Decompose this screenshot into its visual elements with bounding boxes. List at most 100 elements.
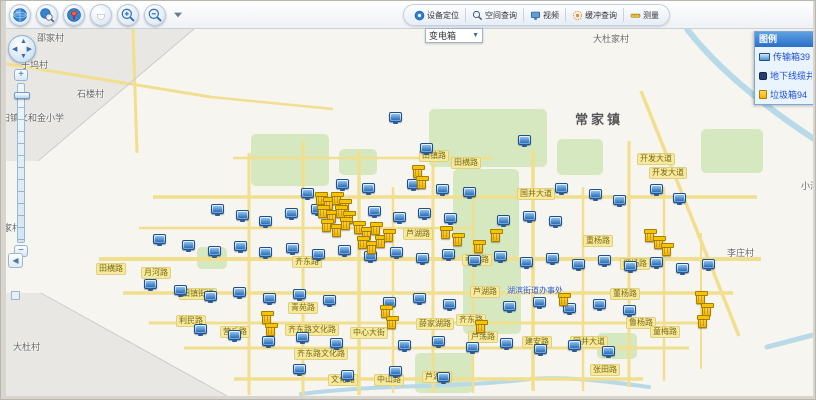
tool-locate-button[interactable] <box>63 4 85 26</box>
map-canvas[interactable]: 邵家村于坞村石楼村田镇义和金小学家村大杜家村李庄村大杜村小清常家镇湖滨街道办事处… <box>1 1 815 399</box>
tool-more-button[interactable] <box>171 8 185 22</box>
trash-bin-marker[interactable] <box>698 317 707 328</box>
query-button-search[interactable]: 空间查询 <box>469 8 520 23</box>
monitor-marker[interactable] <box>323 295 336 305</box>
monitor-marker[interactable] <box>518 135 531 145</box>
monitor-marker[interactable] <box>416 253 429 263</box>
monitor-marker[interactable] <box>236 210 249 220</box>
monitor-marker[interactable] <box>293 289 306 299</box>
monitor-marker[interactable] <box>534 344 547 354</box>
monitor-marker[interactable] <box>312 249 325 259</box>
monitor-marker[interactable] <box>432 336 445 346</box>
monitor-marker[interactable] <box>549 216 562 226</box>
monitor-marker[interactable] <box>442 249 455 259</box>
monitor-marker[interactable] <box>413 293 426 303</box>
tool-zoom-in-button[interactable] <box>117 4 139 26</box>
monitor-marker[interactable] <box>144 279 157 289</box>
query-button-buffer[interactable]: 缓冲查询 <box>569 8 620 23</box>
monitor-marker[interactable] <box>330 338 343 348</box>
trash-bin-marker[interactable] <box>441 228 450 239</box>
monitor-marker[interactable] <box>285 208 298 218</box>
legend-item-monitor[interactable]: 传输箱39 <box>755 47 814 66</box>
trash-bin-marker[interactable] <box>341 219 350 230</box>
monitor-marker[interactable] <box>336 179 349 189</box>
monitor-marker[interactable] <box>593 299 606 309</box>
monitor-marker[interactable] <box>546 253 559 263</box>
device-type-dropdown[interactable]: 变电箱 ▼ <box>425 28 483 43</box>
monitor-marker[interactable] <box>555 183 568 193</box>
monitor-marker[interactable] <box>444 213 457 223</box>
trash-bin-marker[interactable] <box>474 242 483 253</box>
monitor-marker[interactable] <box>208 246 221 256</box>
monitor-marker[interactable] <box>673 193 686 203</box>
monitor-marker[interactable] <box>568 340 581 350</box>
monitor-marker[interactable] <box>174 285 187 295</box>
monitor-marker[interactable] <box>293 364 306 374</box>
monitor-marker[interactable] <box>468 255 481 265</box>
query-button-measure[interactable]: 测量 <box>627 8 662 23</box>
trash-bin-marker[interactable] <box>266 325 275 336</box>
trash-bin-marker[interactable] <box>332 226 341 237</box>
query-button-video[interactable]: 视频 <box>527 8 562 23</box>
monitor-marker[interactable] <box>259 247 272 257</box>
monitor-marker[interactable] <box>572 259 585 269</box>
monitor-marker[interactable] <box>650 184 663 194</box>
monitor-marker[interactable] <box>153 234 166 244</box>
previous-extent-button[interactable]: ◀ <box>8 253 23 268</box>
zoom-in-button[interactable]: + <box>14 69 28 81</box>
monitor-marker[interactable] <box>301 188 314 198</box>
monitor-marker[interactable] <box>589 189 602 199</box>
tool-zoom-out-button[interactable] <box>144 4 166 26</box>
monitor-marker[interactable] <box>436 184 449 194</box>
trash-bin-marker[interactable] <box>322 221 331 232</box>
monitor-marker[interactable] <box>204 291 217 301</box>
overview-toggle-button[interactable] <box>11 291 20 300</box>
monitor-marker[interactable] <box>523 211 536 221</box>
monitor-marker[interactable] <box>598 255 611 265</box>
monitor-marker[interactable] <box>466 342 479 352</box>
tool-full-extent-button[interactable] <box>9 4 31 26</box>
monitor-marker[interactable] <box>234 241 247 251</box>
trash-bin-marker[interactable] <box>371 224 380 235</box>
trash-bin-marker[interactable] <box>367 243 376 254</box>
trash-bin-marker[interactable] <box>662 245 671 256</box>
monitor-marker[interactable] <box>390 247 403 257</box>
trash-bin-marker[interactable] <box>417 178 426 189</box>
monitor-marker[interactable] <box>533 297 546 307</box>
monitor-marker[interactable] <box>389 112 402 122</box>
legend-item-bin[interactable]: 垃圾箱94 <box>755 85 814 104</box>
monitor-marker[interactable] <box>420 143 433 153</box>
tool-pan-button[interactable] <box>90 4 112 26</box>
trash-bin-marker[interactable] <box>476 322 485 333</box>
monitor-marker[interactable] <box>503 301 516 311</box>
monitor-marker[interactable] <box>338 245 351 255</box>
trash-bin-marker[interactable] <box>384 231 393 242</box>
pan-down-icon[interactable]: ▼ <box>20 53 27 60</box>
tool-zoom-window-button[interactable] <box>36 4 58 26</box>
monitor-marker[interactable] <box>182 240 195 250</box>
trash-bin-marker[interactable] <box>387 318 396 329</box>
monitor-marker[interactable] <box>437 372 450 382</box>
monitor-marker[interactable] <box>389 366 402 376</box>
monitor-marker[interactable] <box>286 243 299 253</box>
monitor-marker[interactable] <box>418 208 431 218</box>
monitor-marker[interactable] <box>520 257 533 267</box>
trash-bin-marker[interactable] <box>559 295 568 306</box>
monitor-marker[interactable] <box>500 338 513 348</box>
monitor-marker[interactable] <box>194 324 207 334</box>
legend-item-cable[interactable]: 地下线缆井 <box>755 66 814 85</box>
legend-header[interactable]: 图例 <box>755 32 814 47</box>
monitor-marker[interactable] <box>676 263 689 273</box>
pan-left-icon[interactable]: ◀ <box>12 46 17 53</box>
monitor-marker[interactable] <box>398 340 411 350</box>
monitor-marker[interactable] <box>497 215 510 225</box>
monitor-marker[interactable] <box>341 370 354 380</box>
monitor-marker[interactable] <box>362 183 375 193</box>
monitor-marker[interactable] <box>624 261 637 271</box>
monitor-marker[interactable] <box>393 212 406 222</box>
monitor-marker[interactable] <box>228 330 241 340</box>
pan-up-icon[interactable]: ▲ <box>20 38 27 45</box>
zoom-track[interactable] <box>17 83 25 243</box>
monitor-marker[interactable] <box>211 204 224 214</box>
monitor-marker[interactable] <box>702 259 715 269</box>
